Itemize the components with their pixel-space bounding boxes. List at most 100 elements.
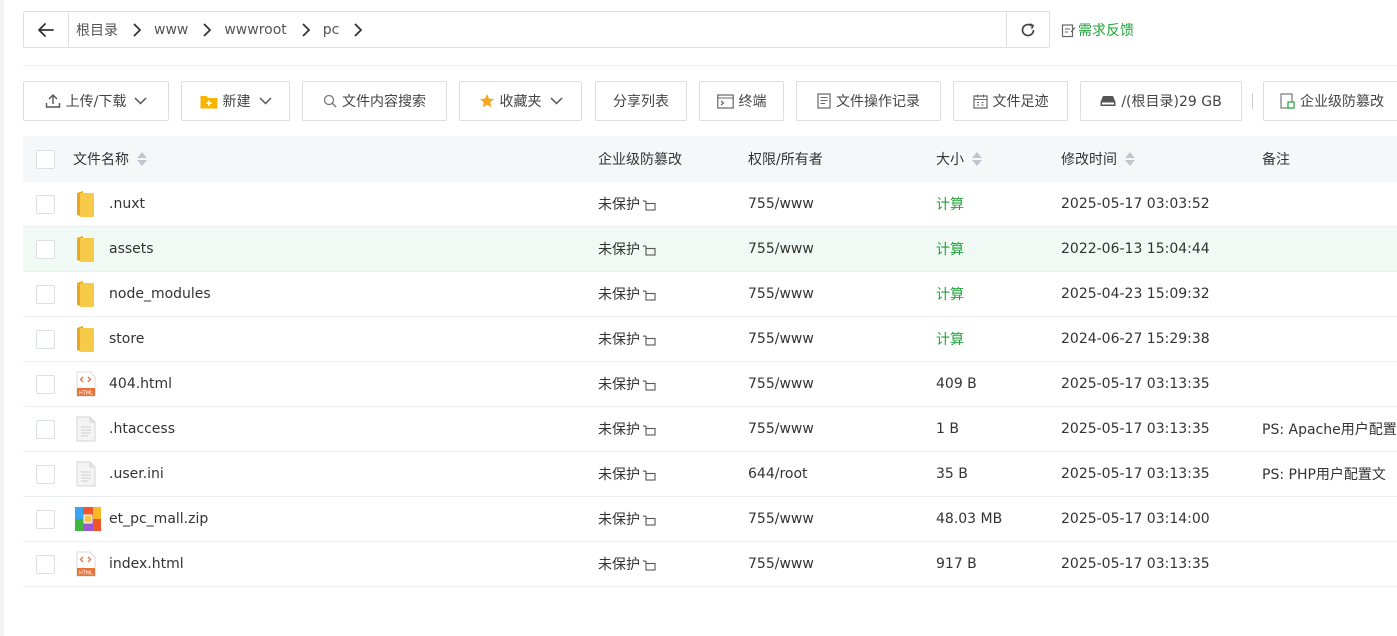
file-name[interactable]: et_pc_mall.zip	[109, 497, 208, 541]
row-checkbox[interactable]	[36, 272, 55, 316]
arrow-left-icon	[38, 22, 54, 37]
feedback-link[interactable]: 需求反馈	[1061, 20, 1134, 40]
file-name[interactable]: assets	[109, 227, 154, 271]
file-name[interactable]: .user.ini	[109, 452, 164, 496]
share-list-button[interactable]: 分享列表	[595, 81, 687, 121]
calculate-size-link[interactable]: 计算	[936, 182, 964, 226]
favorites-button[interactable]: 收藏夹	[459, 81, 582, 121]
file-name[interactable]: node_modules	[109, 272, 211, 316]
unlock-icon[interactable]	[642, 197, 656, 211]
refresh-icon	[1021, 22, 1035, 36]
tamper-status-label: 未保护	[598, 377, 640, 393]
table-header: 文件名称 企业级防篡改 权限/所有者 大小 修改时间 备注	[23, 136, 1397, 182]
new-button[interactable]: 新建	[181, 81, 290, 121]
text-file-icon	[75, 452, 97, 496]
modified-time: 2025-05-17 03:13:35	[1061, 466, 1210, 482]
permission-owner[interactable]: 755/www	[748, 542, 814, 586]
table-row[interactable]: node_modules 未保护 755/www 计算 2025-04-23 15:09…	[23, 272, 1397, 317]
modified-time: 2025-05-17 03:13:35	[1061, 376, 1210, 392]
refresh-button[interactable]	[1006, 12, 1049, 47]
table-row[interactable]: .user.ini 未保护 644/root 35 B 2025-05-17 03:13…	[23, 452, 1397, 497]
modified-time: 2025-04-23 15:09:32	[1061, 286, 1210, 302]
row-checkbox[interactable]	[36, 227, 55, 271]
file-size: 48.03 MB	[936, 511, 1003, 527]
table-row[interactable]: HTML index.html 未保护 755/www 917 B 2025-05-17 …	[23, 542, 1397, 587]
breadcrumb-label: 根目录	[76, 22, 118, 39]
unlock-icon[interactable]	[642, 422, 656, 436]
header-mtime[interactable]: 修改时间	[1061, 136, 1135, 182]
permission-owner[interactable]: 755/www	[748, 317, 814, 361]
unlock-icon[interactable]	[642, 332, 656, 346]
file-note[interactable]: PS: PHP用户配置文	[1262, 452, 1386, 496]
breadcrumb-www[interactable]: www	[154, 22, 224, 38]
permission-owner[interactable]: 755/www	[748, 272, 814, 316]
unlock-icon[interactable]	[642, 377, 656, 391]
file-name[interactable]: 404.html	[109, 362, 172, 406]
permission-owner[interactable]: 644/root	[748, 452, 808, 496]
file-footprint-button[interactable]: 文件足迹	[953, 81, 1068, 121]
unlock-icon[interactable]	[642, 467, 656, 481]
row-checkbox[interactable]	[36, 362, 55, 406]
header-note: 备注	[1262, 136, 1290, 182]
breadcrumb-wwwroot[interactable]: wwwroot	[224, 22, 322, 38]
html-file-icon: HTML	[75, 542, 97, 586]
permission-owner[interactable]: 755/www	[748, 362, 814, 406]
file-name[interactable]: .nuxt	[109, 182, 145, 226]
header-name[interactable]: 文件名称	[73, 136, 147, 182]
file-name[interactable]: .htaccess	[109, 407, 175, 451]
breadcrumb-pc[interactable]: pc	[323, 22, 376, 38]
disk-button[interactable]: /(根目录)29 GB	[1080, 81, 1242, 121]
tamper-proof-label: 企业级防篡改	[1300, 94, 1384, 110]
edit-note-icon	[1061, 23, 1076, 37]
row-checkbox[interactable]	[36, 182, 55, 226]
calculate-size-link[interactable]: 计算	[936, 227, 964, 271]
unlock-icon[interactable]	[642, 512, 656, 526]
table-row[interactable]: et_pc_mall.zip 未保护 755/www 48.03 MB 2025-05-…	[23, 497, 1397, 542]
table-row[interactable]: .nuxt 未保护 755/www 计算 2025-05-17 03:03:52	[23, 182, 1397, 227]
row-checkbox[interactable]	[36, 452, 55, 496]
file-size: 917 B	[936, 556, 977, 572]
permission-owner[interactable]: 755/www	[748, 227, 814, 271]
terminal-button[interactable]: 终端	[699, 81, 784, 121]
operation-log-button[interactable]: 文件操作记录	[796, 81, 941, 121]
file-name[interactable]: store	[109, 317, 144, 361]
unlock-icon[interactable]	[642, 557, 656, 571]
select-all-checkbox[interactable]	[36, 136, 55, 182]
row-checkbox[interactable]	[36, 497, 55, 541]
header-size[interactable]: 大小	[936, 136, 982, 182]
calculate-size-link[interactable]: 计算	[936, 272, 964, 316]
tamper-proof-button[interactable]: 企业级防篡改	[1263, 81, 1397, 121]
permission-owner[interactable]: 755/www	[748, 407, 814, 451]
breadcrumb-root[interactable]: 根目录	[76, 20, 154, 40]
table-row[interactable]: .htaccess 未保护 755/www 1 B 2025-05-17 03:13:3…	[23, 407, 1397, 452]
back-button[interactable]	[24, 12, 69, 47]
feedback-label: 需求反馈	[1078, 23, 1134, 39]
unlock-icon[interactable]	[642, 287, 656, 301]
chevron-right-icon	[347, 22, 369, 37]
modified-time: 2024-06-27 15:29:38	[1061, 331, 1210, 347]
header-mtime-label: 修改时间	[1061, 152, 1117, 168]
permission-owner[interactable]: 755/www	[748, 182, 814, 226]
tamper-status-label: 未保护	[598, 422, 640, 438]
tamper-status-label: 未保护	[598, 512, 640, 528]
content-search-button[interactable]: 文件内容搜索	[302, 81, 447, 121]
row-checkbox[interactable]	[36, 317, 55, 361]
upload-download-button[interactable]: 上传/下载	[23, 81, 169, 121]
unlock-icon[interactable]	[642, 242, 656, 256]
chevron-down-icon	[549, 97, 563, 105]
calendar-icon	[972, 94, 988, 109]
sort-icon	[972, 152, 982, 166]
table-row[interactable]: store 未保护 755/www 计算 2024-06-27 15:29:38	[23, 317, 1397, 362]
calculate-size-link[interactable]: 计算	[936, 317, 964, 361]
tamper-status: 未保护	[598, 272, 656, 316]
chevron-down-icon	[134, 97, 147, 105]
file-note[interactable]: PS: Apache用户配置	[1262, 407, 1397, 451]
permission-owner[interactable]: 755/www	[748, 497, 814, 541]
file-name[interactable]: index.html	[109, 542, 184, 586]
path-bar: 根目录 www wwwroot pc	[23, 11, 1050, 48]
row-checkbox[interactable]	[36, 407, 55, 451]
table-row[interactable]: HTML 404.html 未保护 755/www 409 B 2025-05-17 03…	[23, 362, 1397, 407]
table-row[interactable]: assets 未保护 755/www 计算 2022-06-13 15:04:44	[23, 227, 1397, 272]
modified-time: 2022-06-13 15:04:44	[1061, 241, 1210, 257]
row-checkbox[interactable]	[36, 542, 55, 586]
